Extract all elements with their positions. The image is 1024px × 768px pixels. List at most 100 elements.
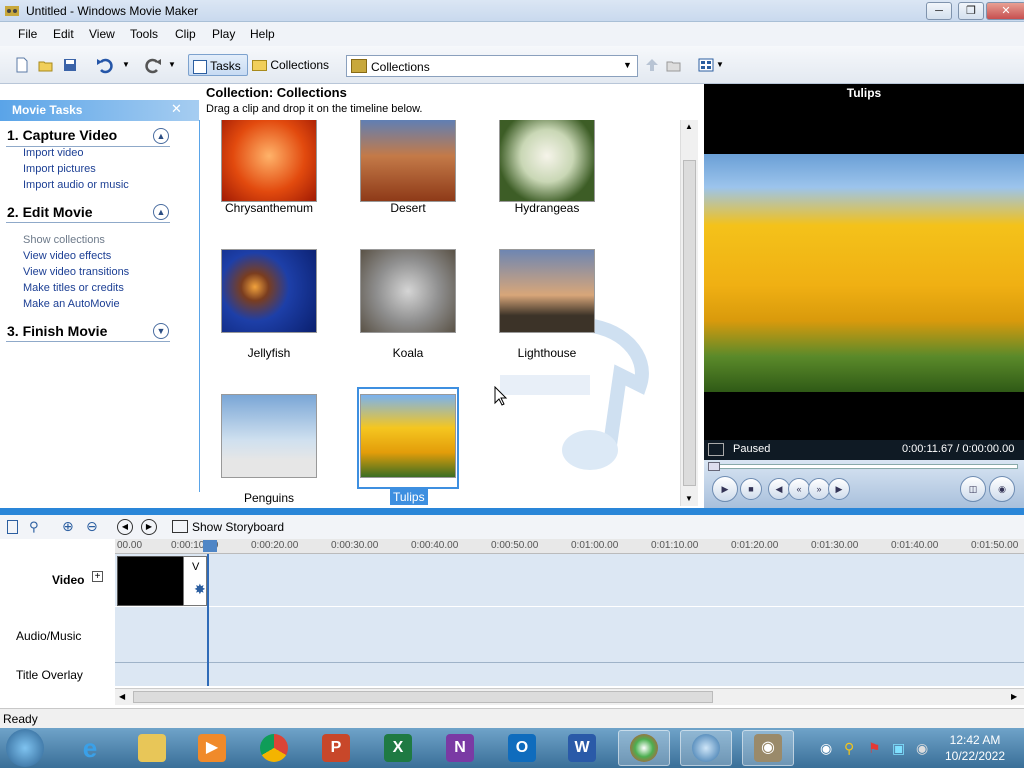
taskbar-network[interactable] (680, 730, 732, 766)
tray-search-icon[interactable]: ⚲ (844, 740, 854, 757)
start-button-icon[interactable] (6, 729, 44, 767)
menu-edit[interactable]: Edit (53, 27, 74, 41)
menu-clip[interactable]: Clip (175, 27, 196, 41)
close-task-pane-icon[interactable]: ✕ (171, 101, 182, 117)
section-edit-movie[interactable]: 2. Edit Movie (7, 204, 93, 220)
collection-scrollbar[interactable]: ▲ ▼ (680, 120, 698, 506)
up-one-level-icon[interactable] (644, 57, 660, 73)
forward-icon[interactable]: » (808, 478, 830, 500)
undo-dropdown-icon[interactable]: ▼ (122, 60, 130, 69)
label-chrysanthemum[interactable]: Chrysanthemum (214, 201, 324, 215)
zoom-out-icon[interactable]: ⊖ (86, 518, 98, 535)
taskbar-movie-maker[interactable]: ◉ (742, 730, 794, 766)
taskbar-powerpoint[interactable]: P (310, 730, 362, 766)
stop-icon[interactable]: ■ (740, 478, 762, 500)
collections-toggle-button[interactable]: Collections (252, 54, 338, 76)
tray-network-icon[interactable]: ◉ (820, 740, 832, 757)
menu-file[interactable]: File (18, 27, 37, 41)
section-finish-movie[interactable]: 3. Finish Movie (7, 323, 107, 339)
expand-plus-icon[interactable]: + (92, 571, 103, 582)
taskbar-internet-explorer[interactable]: e (64, 730, 116, 766)
scroll-right-icon[interactable]: ▶ (1011, 692, 1017, 701)
rewind-timeline-icon[interactable]: ◀ (117, 519, 133, 535)
thumb-hydrangeas[interactable] (499, 120, 595, 202)
redo-icon[interactable] (142, 56, 162, 74)
label-tulips-selected[interactable]: Tulips (390, 489, 428, 505)
scroll-up-icon[interactable]: ▲ (685, 122, 693, 131)
taskbar-excel[interactable]: X (372, 730, 424, 766)
fullscreen-icon[interactable] (708, 443, 724, 456)
rewind-icon[interactable]: « (788, 478, 810, 500)
taskbar-outlook[interactable]: O (496, 730, 548, 766)
taskbar-word[interactable]: W (556, 730, 608, 766)
collapse-up-icon[interactable]: ▲ (153, 128, 169, 144)
scroll-thumb[interactable] (133, 691, 713, 703)
scroll-down-icon[interactable]: ▼ (685, 494, 693, 503)
tray-monitor-icon[interactable]: ▣ (892, 740, 905, 757)
link-titles-credits[interactable]: Make titles or credits (23, 282, 124, 294)
set-audio-levels-icon[interactable] (7, 520, 18, 534)
playhead-marker[interactable] (203, 540, 217, 552)
take-picture-icon[interactable]: ◉ (989, 476, 1015, 502)
new-project-icon[interactable] (14, 57, 30, 73)
taskbar-media-player[interactable]: ▶ (186, 730, 238, 766)
thumb-lighthouse[interactable] (499, 249, 595, 333)
new-folder-icon[interactable] (666, 57, 682, 73)
scroll-left-icon[interactable]: ◀ (119, 692, 125, 701)
taskbar-chrome[interactable] (248, 730, 300, 766)
scroll-thumb[interactable] (683, 160, 696, 486)
thumb-penguins[interactable] (221, 394, 317, 478)
link-import-pictures[interactable]: Import pictures (23, 163, 96, 175)
undo-icon[interactable] (96, 56, 116, 74)
play-timeline-icon[interactable]: ▶ (141, 519, 157, 535)
menu-help[interactable]: Help (250, 27, 275, 41)
label-penguins[interactable]: Penguins (214, 491, 324, 505)
save-project-icon[interactable] (62, 57, 78, 73)
label-desert[interactable]: Desert (353, 201, 463, 215)
tray-flag-icon[interactable]: ⚑ (868, 740, 881, 757)
collection-select[interactable]: Collections ▼ (346, 55, 638, 77)
views-icon[interactable] (698, 58, 714, 72)
transition-cell[interactable]: V ✸ (183, 556, 207, 606)
taskbar-onenote[interactable]: N (434, 730, 486, 766)
expand-down-icon[interactable]: ▼ (153, 323, 169, 339)
pane-separator[interactable] (0, 508, 1024, 515)
timeline-scrollbar[interactable]: ◀ ▶ (115, 688, 1024, 705)
link-automovie[interactable]: Make an AutoMovie (23, 298, 120, 310)
redo-dropdown-icon[interactable]: ▼ (168, 60, 176, 69)
collapse-up-icon[interactable]: ▲ (153, 204, 169, 220)
seek-bar[interactable] (708, 464, 1018, 469)
link-import-video[interactable]: Import video (23, 147, 84, 159)
previous-frame-icon[interactable]: ◀ (768, 478, 790, 500)
section-capture-video[interactable]: 1. Capture Video (7, 127, 117, 143)
tray-volume-icon[interactable]: ◉ (916, 740, 928, 757)
link-video-transitions[interactable]: View video transitions (23, 266, 129, 278)
taskbar-file-explorer[interactable] (126, 730, 178, 766)
menu-tools[interactable]: Tools (130, 27, 158, 41)
label-jellyfish[interactable]: Jellyfish (214, 346, 324, 360)
views-dropdown-icon[interactable]: ▼ (716, 60, 724, 69)
next-frame-icon[interactable]: ▶ (828, 478, 850, 500)
narrate-microphone-icon[interactable]: ⚲ (29, 519, 39, 535)
taskbar-media-center[interactable] (618, 730, 670, 766)
link-import-audio[interactable]: Import audio or music (23, 179, 129, 191)
close-button[interactable]: ✕ (986, 2, 1024, 20)
split-clip-icon[interactable]: ◫ (960, 476, 986, 502)
minimize-button[interactable]: ─ (926, 2, 952, 20)
thumb-tulips[interactable] (360, 394, 456, 478)
label-koala[interactable]: Koala (353, 346, 463, 360)
link-video-effects[interactable]: View video effects (23, 250, 111, 262)
thumb-koala[interactable] (360, 249, 456, 333)
thumb-chrysanthemum[interactable] (221, 120, 317, 202)
zoom-in-icon[interactable]: ⊕ (62, 518, 74, 535)
seek-handle[interactable] (708, 462, 720, 471)
menu-view[interactable]: View (89, 27, 115, 41)
taskbar-clock[interactable]: 12:42 AM 10/22/2022 (930, 732, 1020, 764)
tasks-toggle-button[interactable]: Tasks (188, 54, 248, 76)
show-storyboard-button[interactable]: Show Storyboard (192, 520, 284, 534)
label-lighthouse[interactable]: Lighthouse (492, 346, 602, 360)
play-icon[interactable]: ▶ (712, 476, 738, 502)
timeline-ruler[interactable]: 00.00 0:00:10.00 0:00:20.00 0:00:30.00 0… (115, 539, 1024, 554)
label-hydrangeas[interactable]: Hydrangeas (492, 201, 602, 215)
menu-play[interactable]: Play (212, 27, 235, 41)
